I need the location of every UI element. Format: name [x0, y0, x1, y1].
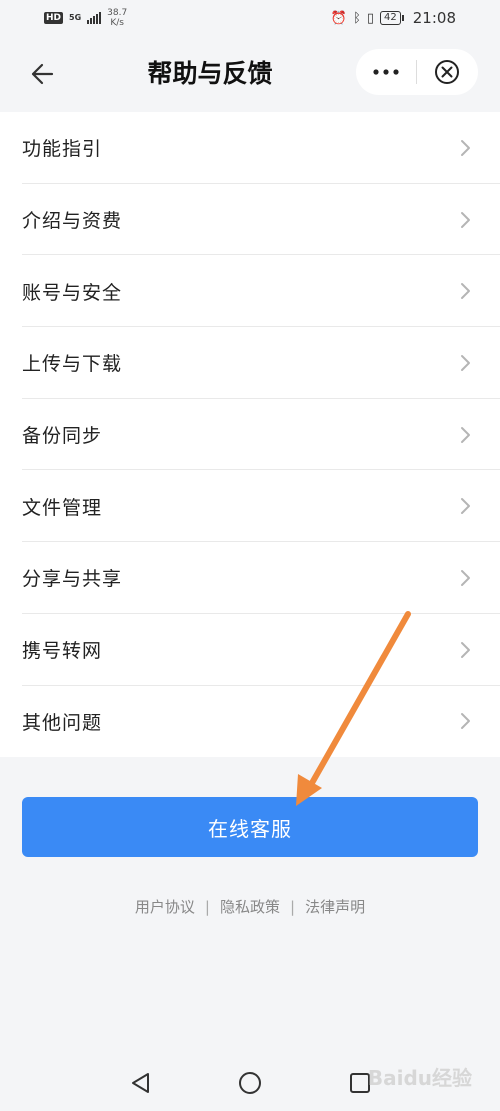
vibrate-icon: ▯ — [366, 10, 375, 26]
battery-icon: 42 — [380, 11, 404, 25]
menu-item-upload-download[interactable]: 上传与下载 — [0, 327, 500, 399]
status-right: ⏰ ᛒ ▯ 42 21:08 — [331, 9, 456, 27]
close-icon — [435, 60, 459, 84]
alarm-icon: ⏰ — [330, 10, 348, 26]
menu-item-feature-guide[interactable]: 功能指引 — [0, 112, 500, 184]
menu-item-number-porting[interactable]: 携号转网 — [0, 614, 500, 686]
network-type: 5G — [69, 13, 82, 22]
circle-home-icon — [239, 1072, 261, 1094]
menu-item-label: 功能指引 — [22, 138, 103, 161]
page-title: 帮助与反馈 — [147, 59, 273, 88]
status-left: HD 5G 38.7 K/s — [44, 8, 127, 28]
chevron-right-icon — [461, 139, 470, 156]
user-agreement-link[interactable]: 用户协议 — [135, 896, 195, 917]
close-button[interactable] — [417, 49, 477, 95]
signal-icon — [87, 12, 102, 24]
back-button[interactable] — [22, 54, 62, 94]
chevron-right-icon — [461, 354, 470, 371]
footer-separator: | — [204, 897, 210, 916]
menu-item-other-questions[interactable]: 其他问题 — [0, 686, 500, 758]
speed-unit: K/s — [110, 18, 124, 28]
clock: 21:08 — [412, 9, 456, 27]
chevron-right-icon — [461, 713, 470, 730]
menu-item-file-management[interactable]: 文件管理 — [0, 470, 500, 542]
nav-bar: 帮助与反馈 — [0, 36, 500, 110]
more-button[interactable] — [356, 49, 416, 95]
footer-separator: | — [290, 897, 296, 916]
menu-item-label: 携号转网 — [22, 640, 103, 663]
menu-item-label: 文件管理 — [22, 496, 103, 519]
watermark: Baidu经验 — [367, 1066, 472, 1090]
chevron-right-icon — [461, 283, 470, 300]
menu-item-label: 上传与下载 — [22, 353, 123, 376]
menu-item-account-security[interactable]: 账号与安全 — [0, 255, 500, 327]
chevron-right-icon — [461, 426, 470, 443]
triangle-back-icon — [132, 1073, 149, 1093]
system-home-button[interactable] — [230, 1063, 270, 1103]
menu-item-label: 其他问题 — [22, 711, 103, 734]
chevron-right-icon — [461, 641, 470, 658]
chevron-right-icon — [461, 211, 470, 228]
system-back-button[interactable] — [120, 1063, 160, 1103]
menu-item-label: 账号与安全 — [22, 281, 123, 304]
menu-item-label: 备份同步 — [22, 425, 103, 448]
back-arrow-icon — [31, 63, 54, 85]
mini-program-capsule — [356, 49, 478, 95]
menu-item-backup-sync[interactable]: 备份同步 — [0, 399, 500, 471]
privacy-policy-link[interactable]: 隐私政策 — [220, 896, 280, 917]
menu-item-share[interactable]: 分享与共享 — [0, 542, 500, 614]
chevron-right-icon — [461, 569, 470, 586]
legal-notice-link[interactable]: 法律声明 — [305, 896, 365, 917]
menu-item-label: 分享与共享 — [22, 568, 123, 591]
chevron-right-icon — [461, 498, 470, 515]
menu-item-intro-pricing[interactable]: 介绍与资费 — [0, 184, 500, 256]
bluetooth-icon: ᛒ — [353, 10, 361, 26]
footer-links: 用户协议 | 隐私政策 | 法律声明 — [0, 896, 500, 917]
status-bar: HD 5G 38.7 K/s ⏰ ᛒ ▯ 42 21:08 — [0, 0, 500, 36]
speed-value: 38.7 — [107, 8, 128, 18]
hd-badge: HD — [44, 12, 64, 24]
online-service-button[interactable]: 在线客服 — [22, 797, 478, 857]
menu-item-label: 介绍与资费 — [22, 210, 123, 233]
more-icon — [373, 69, 399, 75]
help-menu-list: 功能指引 介绍与资费 账号与安全 上传与下载 备份同步 文件管理 分享与共享 携… — [0, 112, 500, 758]
network-speed: 38.7 K/s — [107, 8, 127, 28]
